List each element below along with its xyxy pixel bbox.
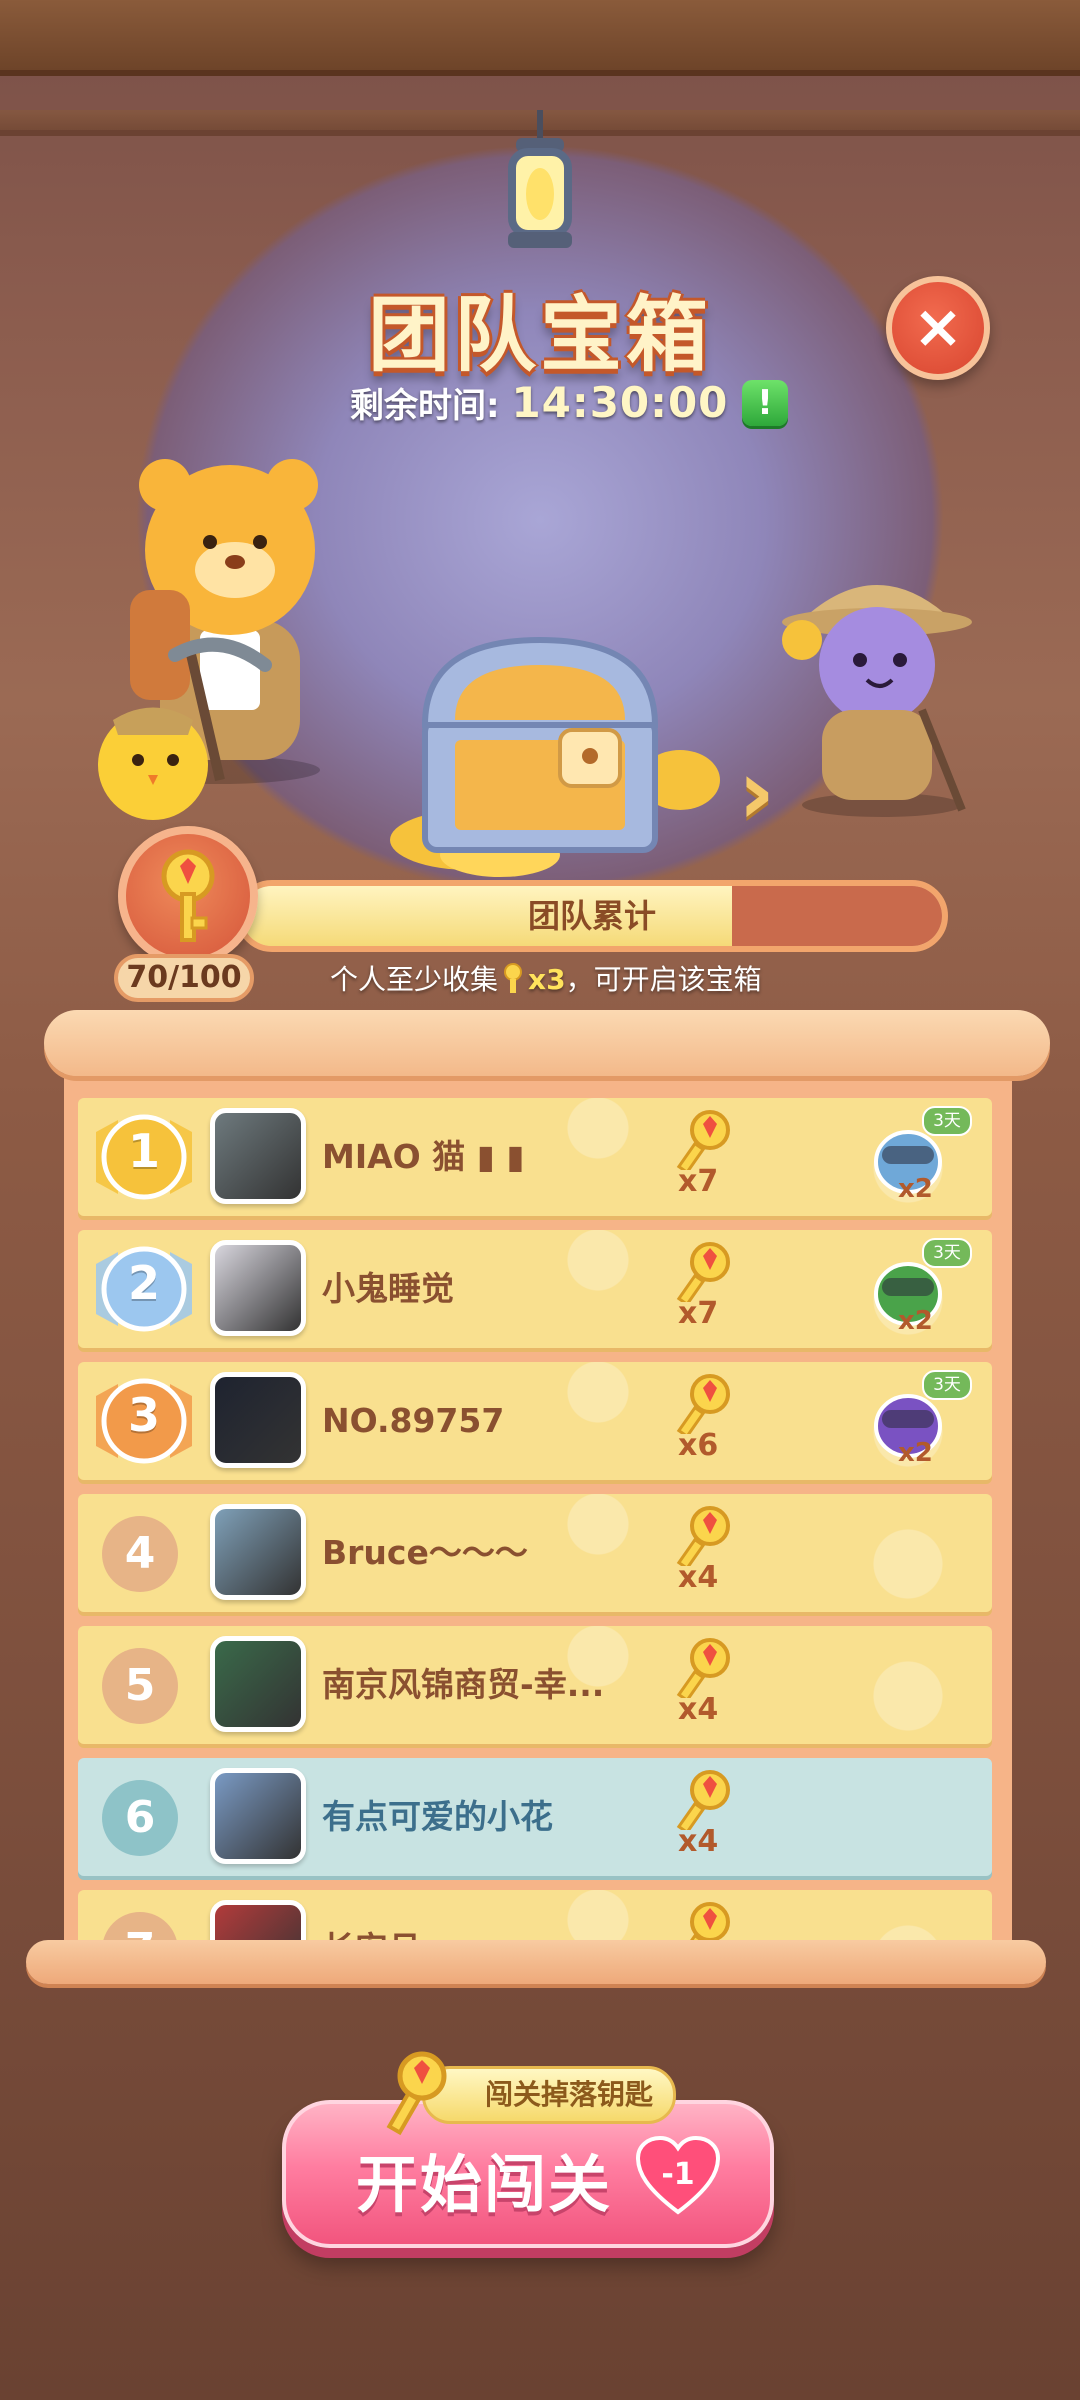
leaderboard-row[interactable]: 7 长安月 — [78, 1890, 992, 1942]
key-icon — [676, 1770, 730, 1830]
rank-number: 7 — [102, 1912, 178, 1942]
leaderboard-row[interactable]: 3 NO.89757 x6 3天 x2 — [78, 1362, 992, 1480]
key-count: x4 — [678, 1560, 719, 1595]
cost-label: -1 — [661, 2157, 694, 2192]
progress-label: 团队累计 — [527, 897, 656, 935]
cat-miner-character — [782, 585, 972, 817]
scroll-bottom-roll — [26, 1940, 1046, 1984]
unlock-hint: 个人至少收集 x3，可开启该宝箱 — [330, 958, 762, 998]
rank-number: 6 — [102, 1780, 178, 1856]
key-icon — [676, 1902, 730, 1942]
heart-icon: -1 — [636, 2136, 720, 2215]
key-count: x7 — [678, 1164, 719, 1199]
hint-multiplier: x3 — [528, 963, 566, 996]
reward-duration-badge: 3天 — [922, 1106, 972, 1136]
reward-count: x2 — [898, 1438, 933, 1468]
reward-count: x2 — [898, 1306, 933, 1336]
close-button[interactable]: × — [886, 276, 990, 380]
team-key-count: 70/100 — [114, 954, 254, 1002]
player-name: 小鬼睡觉 — [322, 1269, 454, 1308]
start-label: 开始闯关 — [356, 2148, 613, 2221]
reward-duration-badge: 3天 — [922, 1238, 972, 1268]
avatar[interactable] — [210, 1900, 306, 1942]
leaderboard-list[interactable]: 1 MIAO 猫 ▮ ▮ x7 3天 x2 2 小鬼睡觉 x7 3天 x2 3 … — [78, 1098, 992, 1942]
player-name: 南京风锦商贸-幸... — [322, 1665, 605, 1704]
leaderboard-row[interactable]: 1 MIAO 猫 ▮ ▮ x7 3天 x2 — [78, 1098, 992, 1216]
rank-number: 5 — [102, 1648, 178, 1724]
leaderboard-row[interactable]: 5 南京风锦商贸-幸... x4 — [78, 1626, 992, 1744]
key-medal — [118, 826, 258, 966]
key-icon — [676, 1374, 730, 1434]
ceiling-beam — [0, 0, 1080, 76]
key-drop-icon — [386, 2051, 447, 2136]
key-count: x7 — [678, 1296, 719, 1331]
player-name: MIAO 猫 ▮ ▮ — [322, 1137, 525, 1176]
rank-number: 3 — [127, 1388, 160, 1442]
key-icon — [676, 1638, 730, 1698]
countdown: 剩余时间: 14:30:00 — [350, 378, 728, 427]
team-progress-bar: 团队累计 — [236, 880, 948, 952]
game-screen: 团队宝箱 剩余时间: 14:30:00 ! × › 团队累计 70/100 个人… — [0, 0, 1080, 2400]
key-count: x4 — [678, 1692, 719, 1727]
player-name: Bruce～～～ — [322, 1533, 528, 1572]
hint-prefix: 个人至少收集 — [330, 963, 499, 996]
avatar[interactable] — [210, 1768, 306, 1864]
scroll-top-roll — [44, 1010, 1050, 1076]
avatar[interactable] — [210, 1240, 306, 1336]
key-drop-tag: 闯关掉落钥匙 — [422, 2066, 676, 2124]
chick-character — [98, 707, 208, 820]
avatar[interactable] — [210, 1504, 306, 1600]
leaderboard-row[interactable]: 2 小鬼睡觉 x7 3天 x2 — [78, 1230, 992, 1348]
info-button[interactable]: ! — [742, 380, 788, 426]
leaderboard-row[interactable]: 6 有点可爱的小花 x4 — [78, 1758, 992, 1876]
rank-number: 2 — [127, 1256, 160, 1310]
rank-number: 4 — [102, 1516, 178, 1592]
avatar[interactable] — [210, 1372, 306, 1468]
avatar[interactable] — [210, 1108, 306, 1204]
countdown-value: 14:30:00 — [511, 378, 729, 427]
rank-number: 1 — [127, 1124, 160, 1178]
player-name: 长安月 — [322, 1890, 421, 1942]
key-count: x6 — [678, 1428, 719, 1463]
key-icon — [676, 1242, 730, 1302]
treasure-chest — [390, 636, 720, 877]
key-icon — [676, 1506, 730, 1566]
lantern-icon — [508, 110, 572, 248]
player-name: 有点可爱的小花 — [322, 1797, 553, 1836]
hint-suffix: ，可开启该宝箱 — [565, 963, 762, 996]
avatar[interactable] — [210, 1636, 306, 1732]
player-name: NO.89757 — [322, 1401, 505, 1440]
leaderboard-row[interactable]: 4 Bruce～～～ x4 — [78, 1494, 992, 1612]
countdown-label: 剩余时间: — [350, 386, 500, 426]
reward-duration-badge: 3天 — [922, 1370, 972, 1400]
key-icon — [161, 849, 215, 942]
key-count: x4 — [678, 1824, 719, 1859]
reward-count: x2 — [898, 1174, 933, 1204]
key-icon — [676, 1110, 730, 1170]
key-small-icon — [504, 963, 523, 993]
